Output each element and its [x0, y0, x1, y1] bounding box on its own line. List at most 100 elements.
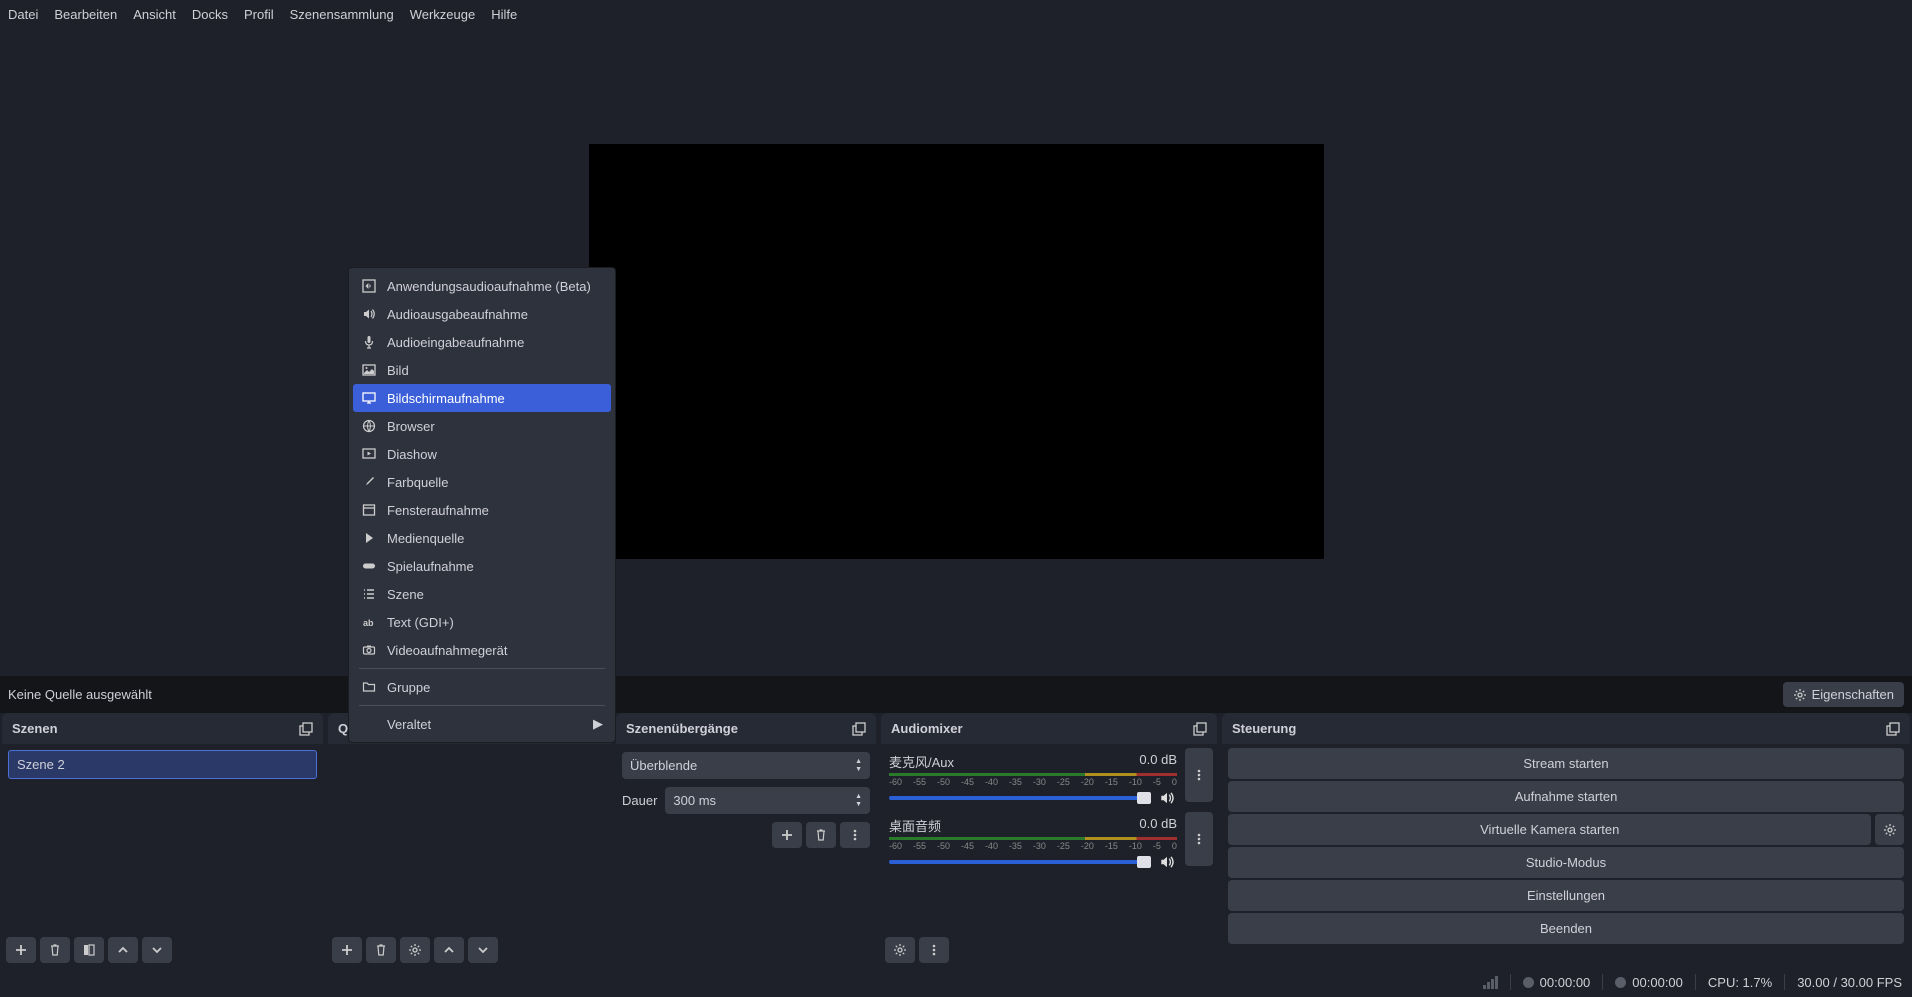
channel-menu-button[interactable] — [1185, 812, 1213, 866]
ctx-deprecated[interactable]: Veraltet ▶ — [353, 710, 611, 738]
menu-docks[interactable]: Docks — [184, 4, 236, 22]
mixer-dock: Audiomixer 麦克风/Aux 0.0 dB -60-55-50-45-4… — [881, 713, 1217, 967]
ctx-browser[interactable]: Browser — [353, 412, 611, 440]
select-arrows-icon: ▲▼ — [855, 758, 862, 773]
scene-item[interactable]: Szene 2 — [8, 750, 317, 779]
submenu-arrow-icon: ▶ — [593, 716, 603, 732]
sources-title: Q — [338, 721, 348, 736]
channel-menu-button[interactable] — [1185, 748, 1213, 802]
transitions-title: Szenenübergänge — [626, 721, 738, 736]
controls-dock: Steuerung Stream starten Aufnahme starte… — [1222, 713, 1910, 967]
ctx-scene[interactable]: Szene — [353, 580, 611, 608]
no-source-label: Keine Quelle ausgewählt — [8, 687, 152, 702]
ctx-display-capture[interactable]: Bildschirmaufnahme — [353, 384, 611, 412]
circle-icon — [1615, 977, 1626, 988]
channel-db: 0.0 dB — [1139, 752, 1177, 771]
channel-name: 麦克风/Aux — [889, 752, 954, 771]
add-source-button[interactable] — [332, 937, 362, 963]
ctx-label: Bild — [387, 363, 409, 378]
brush-icon — [361, 474, 377, 490]
list-icon — [361, 586, 377, 602]
popout-icon[interactable] — [1193, 722, 1207, 736]
ctx-group[interactable]: Gruppe — [353, 673, 611, 701]
properties-button[interactable]: Eigenschaften — [1783, 682, 1904, 707]
duration-value: 300 ms — [673, 793, 716, 808]
stream-time: 00:00:00 — [1523, 975, 1591, 990]
text-icon: ab — [361, 614, 377, 630]
scenes-title: Szenen — [12, 721, 58, 736]
audio-meter — [889, 837, 1177, 840]
channel-db: 0.0 dB — [1139, 816, 1177, 835]
mixer-channel: 桌面音频 0.0 dB -60-55-50-45-40-35-30-25-20-… — [885, 812, 1181, 876]
popout-icon[interactable] — [299, 722, 313, 736]
remove-scene-button[interactable] — [40, 937, 70, 963]
move-source-down-button[interactable] — [468, 937, 498, 963]
popout-icon[interactable] — [852, 722, 866, 736]
ctx-app-audio[interactable]: Anwendungsaudioaufnahme (Beta) — [353, 272, 611, 300]
transition-select[interactable]: Überblende ▲▼ — [622, 752, 870, 779]
dock-row: Szenen Szene 2 Q Szenenübergän — [0, 713, 1912, 967]
move-source-up-button[interactable] — [434, 937, 464, 963]
channel-name: 桌面音频 — [889, 816, 941, 835]
studio-mode-button[interactable]: Studio-Modus — [1228, 847, 1904, 878]
ctx-label: Text (GDI+) — [387, 615, 454, 630]
mixer-settings-button[interactable] — [885, 937, 915, 963]
ctx-color-source[interactable]: Farbquelle — [353, 468, 611, 496]
spinner-arrows-icon: ▲▼ — [855, 793, 862, 808]
exit-button[interactable]: Beenden — [1228, 913, 1904, 944]
transition-menu-button[interactable] — [840, 822, 870, 848]
ctx-label: Veraltet — [387, 717, 431, 732]
ctx-label: Gruppe — [387, 680, 430, 695]
ctx-audio-in[interactable]: Audioeingabeaufnahme — [353, 328, 611, 356]
menu-profil[interactable]: Profil — [236, 4, 282, 22]
settings-button[interactable]: Einstellungen — [1228, 880, 1904, 911]
mute-button[interactable] — [1157, 852, 1177, 872]
ctx-audio-out[interactable]: Audioausgabeaufnahme — [353, 300, 611, 328]
ctx-label: Fensteraufnahme — [387, 503, 489, 518]
menu-ansicht[interactable]: Ansicht — [125, 4, 184, 22]
add-transition-button[interactable] — [772, 822, 802, 848]
duration-label: Dauer — [622, 793, 657, 808]
ctx-label: Bildschirmaufnahme — [387, 391, 505, 406]
popout-icon[interactable] — [1886, 722, 1900, 736]
ctx-text[interactable]: ab Text (GDI+) — [353, 608, 611, 636]
add-scene-button[interactable] — [6, 937, 36, 963]
menu-werkzeuge[interactable]: Werkzeuge — [402, 4, 484, 22]
app-audio-icon — [361, 278, 377, 294]
start-recording-button[interactable]: Aufnahme starten — [1228, 781, 1904, 812]
virtual-camera-settings-button[interactable] — [1875, 814, 1904, 845]
move-scene-up-button[interactable] — [108, 937, 138, 963]
ctx-label: Browser — [387, 419, 435, 434]
move-scene-down-button[interactable] — [142, 937, 172, 963]
fps-display: 30.00 / 30.00 FPS — [1797, 975, 1902, 990]
ctx-window-capture[interactable]: Fensteraufnahme — [353, 496, 611, 524]
volume-slider[interactable] — [889, 796, 1151, 800]
network-indicator — [1483, 976, 1498, 989]
properties-label: Eigenschaften — [1812, 687, 1894, 702]
ctx-label: Anwendungsaudioaufnahme (Beta) — [387, 279, 591, 294]
source-properties-button[interactable] — [400, 937, 430, 963]
record-time: 00:00:00 — [1615, 975, 1683, 990]
scene-filter-button[interactable] — [74, 937, 104, 963]
menu-datei[interactable]: Datei — [0, 4, 46, 22]
mixer-menu-button[interactable] — [919, 937, 949, 963]
speaker-icon — [361, 306, 377, 322]
menu-bar: Datei Bearbeiten Ansicht Docks Profil Sz… — [0, 0, 1912, 26]
menu-hilfe[interactable]: Hilfe — [483, 4, 525, 22]
ctx-slideshow[interactable]: Diashow — [353, 440, 611, 468]
start-stream-button[interactable]: Stream starten — [1228, 748, 1904, 779]
remove-transition-button[interactable] — [806, 822, 836, 848]
ctx-image[interactable]: Bild — [353, 356, 611, 384]
menu-szenensammlung[interactable]: Szenensammlung — [282, 4, 402, 22]
remove-source-button[interactable] — [366, 937, 396, 963]
menu-bearbeiten[interactable]: Bearbeiten — [46, 4, 125, 22]
globe-icon — [361, 418, 377, 434]
mute-button[interactable] — [1157, 788, 1177, 808]
ctx-media-source[interactable]: Medienquelle — [353, 524, 611, 552]
ctx-video-capture[interactable]: Videoaufnahmegerät — [353, 636, 611, 664]
duration-input[interactable]: 300 ms ▲▼ — [665, 787, 870, 814]
preview-canvas[interactable] — [589, 144, 1324, 559]
start-virtual-camera-button[interactable]: Virtuelle Kamera starten — [1228, 814, 1871, 845]
ctx-game-capture[interactable]: Spielaufnahme — [353, 552, 611, 580]
volume-slider[interactable] — [889, 860, 1151, 864]
